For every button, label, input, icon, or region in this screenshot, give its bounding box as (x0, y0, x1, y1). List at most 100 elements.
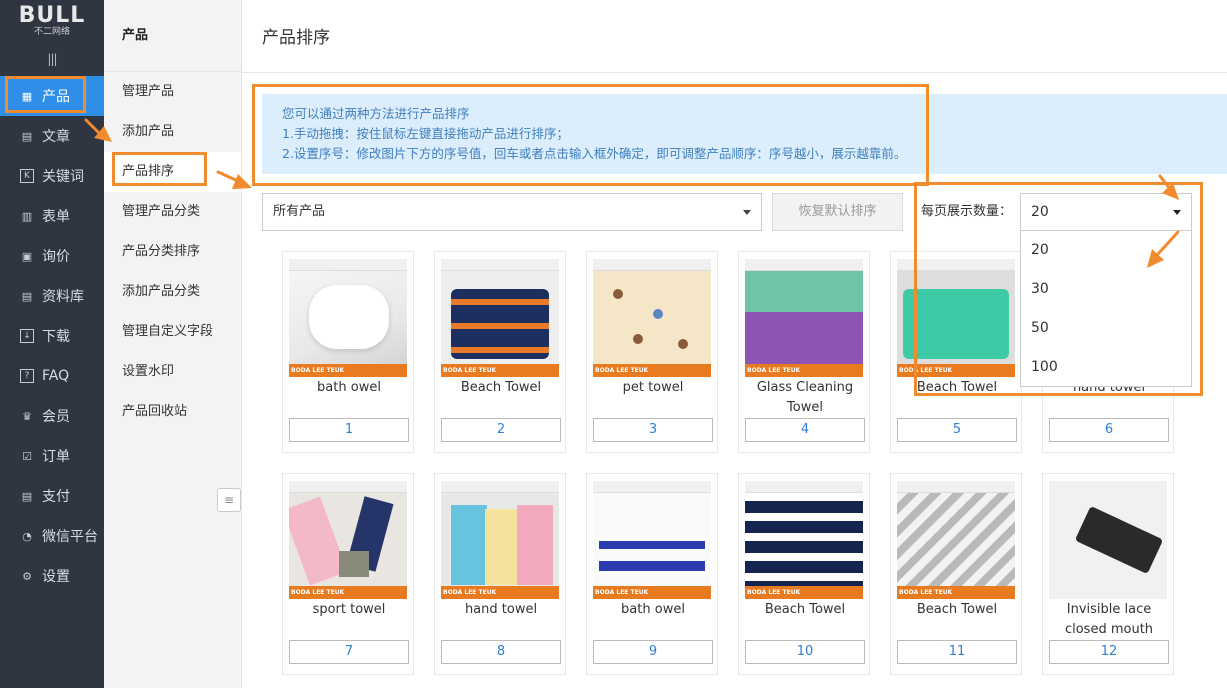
sidebar-item-label: 设置 (42, 569, 70, 585)
main-sidebar: BULL 不二网络 ||| ▦ 产品 ▤ 文章 K 关键词 ▥ 表单 ▣ 询价 … (0, 0, 104, 688)
sidebar-item-forms[interactable]: ▥ 表单 (0, 196, 104, 236)
product-card[interactable]: BODA LEE TEUK Beach Towel 5 (890, 251, 1022, 453)
sidebar-collapse-button[interactable]: ||| (0, 42, 104, 76)
caret-down-icon (743, 210, 751, 215)
product-card[interactable]: BODA LEE TEUK Beach Towel 11 (890, 473, 1022, 675)
image-brand-label: BODA LEE TEUK (595, 367, 649, 374)
product-card[interactable]: BODA LEE TEUK hand towel 8 (434, 473, 566, 675)
sidebar-item-orders[interactable]: ☑ 订单 (0, 436, 104, 476)
per-page-option-100[interactable]: 100 (1021, 348, 1191, 387)
product-card[interactable]: Invisible lace closed mouth 12 (1042, 473, 1174, 675)
question-icon: ? (20, 369, 34, 383)
sidebar-item-inquiry[interactable]: ▣ 询价 (0, 236, 104, 276)
per-page-option-30[interactable]: 30 (1021, 270, 1191, 309)
image-brand-label: BODA LEE TEUK (899, 589, 953, 596)
per-page-select[interactable]: 20 (1020, 193, 1192, 231)
product-card[interactable]: BODA LEE TEUK Glass Cleaning Towel 4 (738, 251, 870, 453)
sort-number-input[interactable]: 8 (441, 640, 561, 664)
sort-number-input[interactable]: 9 (593, 640, 713, 664)
submenu-item-manage-products[interactable]: 管理产品 (104, 72, 241, 112)
sidebar-item-label: 资料库 (42, 289, 84, 305)
submenu-item-manage-categories[interactable]: 管理产品分类 (104, 192, 241, 232)
product-card[interactable]: BODA LEE TEUK sport towel 7 (282, 473, 414, 675)
product-card[interactable]: BODA LEE TEUK Beach Towel 10 (738, 473, 870, 675)
sort-number-input[interactable]: 10 (745, 640, 865, 664)
sort-number-input[interactable]: 11 (897, 640, 1017, 664)
product-card[interactable]: BODA LEE TEUK pet towel 3 (586, 251, 718, 453)
sort-number-input[interactable]: 2 (441, 418, 561, 442)
image-brand-label: BODA LEE TEUK (443, 589, 497, 596)
product-image: BODA LEE TEUK (897, 259, 1015, 377)
sidebar-item-database[interactable]: ▤ 资料库 (0, 276, 104, 316)
per-page-option-50[interactable]: 50 (1021, 309, 1191, 348)
gear-icon: ⚙ (22, 569, 32, 583)
submenu-item-category-sort[interactable]: 产品分类排序 (104, 232, 241, 272)
product-image: BODA LEE TEUK (289, 481, 407, 599)
product-name: Invisible lace closed mouth (1064, 602, 1154, 637)
category-filter-select[interactable]: 所有产品 (262, 193, 762, 231)
sidebar-item-label: 微信平台 (42, 529, 98, 545)
sort-number-input[interactable]: 6 (1049, 418, 1169, 442)
product-image (1049, 481, 1167, 599)
caret-down-icon (1173, 210, 1181, 215)
product-name: sport towel (312, 602, 386, 617)
main-content: 产品排序 您可以通过两种方法进行产品排序 1.手动拖拽：按住鼠标左键直接拖动产品… (242, 0, 1227, 688)
sidebar-item-keywords[interactable]: K 关键词 (0, 156, 104, 196)
document-icon: ▤ (21, 129, 33, 143)
form-icon: ▥ (21, 209, 33, 223)
product-name: bath owel (317, 380, 381, 395)
sidebar-item-label: 会员 (42, 409, 70, 425)
sort-number-input[interactable]: 4 (745, 418, 865, 442)
submenu-item-custom-fields[interactable]: 管理自定义字段 (104, 312, 241, 352)
per-page-value: 20 (1031, 204, 1049, 220)
sort-number-input[interactable]: 3 (593, 418, 713, 442)
product-name: pet towel (622, 380, 684, 395)
sort-number-input[interactable]: 12 (1049, 640, 1169, 664)
sidebar-item-label: 询价 (42, 249, 70, 265)
image-header-strip (289, 259, 407, 271)
submenu-item-add-category[interactable]: 添加产品分类 (104, 272, 241, 312)
image-brand-label: BODA LEE TEUK (747, 367, 801, 374)
product-card[interactable]: BODA LEE TEUK bath owel 1 (282, 251, 414, 453)
logo[interactable]: BULL 不二网络 (0, 0, 104, 42)
image-header-strip (745, 259, 863, 271)
sidebar-item-label: 关键词 (42, 169, 84, 185)
image-header-strip (289, 481, 407, 493)
submenu-item-add-product[interactable]: 添加产品 (104, 112, 241, 152)
image-brand-label: BODA LEE TEUK (291, 589, 345, 596)
sidebar-item-articles[interactable]: ▤ 文章 (0, 116, 104, 156)
wechat-icon: ◔ (22, 529, 32, 543)
sidebar-item-label: 产品 (42, 89, 70, 105)
sidebar-item-products[interactable]: ▦ 产品 (0, 76, 104, 116)
sidebar-item-download[interactable]: ↓ 下载 (0, 316, 104, 356)
image-header-strip (441, 259, 559, 271)
product-name: Glass Cleaning Towel (756, 380, 854, 415)
image-brand-label: BODA LEE TEUK (443, 367, 497, 374)
submenu-item-product-sort[interactable]: 产品排序 (104, 152, 241, 192)
sort-number-input[interactable]: 7 (289, 640, 409, 664)
sort-number-input[interactable]: 5 (897, 418, 1017, 442)
sidebar-item-members[interactable]: ♛ 会员 (0, 396, 104, 436)
sidebar-item-label: FAQ (42, 368, 70, 384)
submenu-item-recycle-bin[interactable]: 产品回收站 (104, 392, 241, 432)
product-name: Beach Towel (764, 602, 846, 617)
sidebar-item-label: 下载 (42, 329, 70, 345)
per-page-option-20[interactable]: 20 (1021, 231, 1191, 270)
sort-number-input[interactable]: 1 (289, 418, 409, 442)
image-brand-label: BODA LEE TEUK (291, 367, 345, 374)
product-image: BODA LEE TEUK (289, 259, 407, 377)
product-card[interactable]: BODA LEE TEUK bath owel 9 (586, 473, 718, 675)
sidebar-item-faq[interactable]: ? FAQ (0, 356, 104, 396)
product-card[interactable]: BODA LEE TEUK Beach Towel 2 (434, 251, 566, 453)
submenu-item-watermark[interactable]: 设置水印 (104, 352, 241, 392)
product-name: bath owel (621, 602, 685, 617)
product-image: BODA LEE TEUK (441, 481, 559, 599)
submenu-toggle-icon[interactable]: ≡ (217, 488, 241, 512)
reset-default-sort-button[interactable]: 恢复默认排序 (772, 193, 903, 231)
sidebar-item-settings[interactable]: ⚙ 设置 (0, 556, 104, 596)
page-title: 产品排序 (242, 0, 1227, 73)
sidebar-item-payment[interactable]: ▤ 支付 (0, 476, 104, 516)
submenu-title: 产品 (104, 0, 241, 72)
sidebar-item-wechat[interactable]: ◔ 微信平台 (0, 516, 104, 556)
product-image: BODA LEE TEUK (745, 259, 863, 377)
